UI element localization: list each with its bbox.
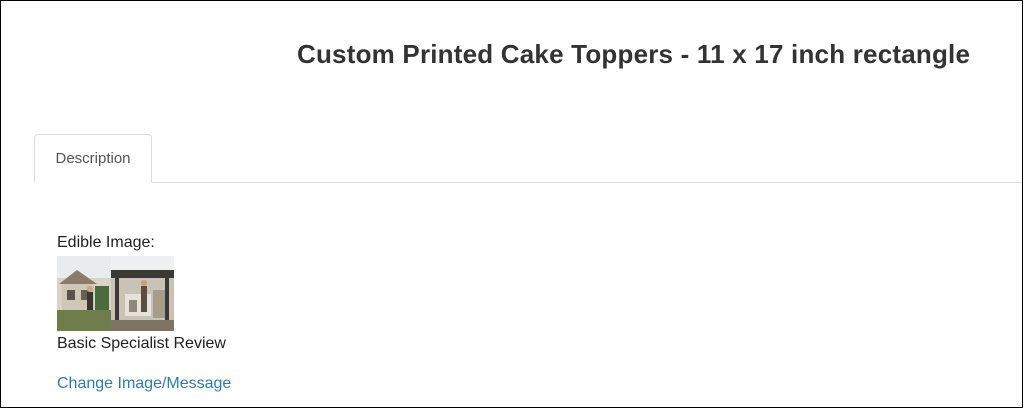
page-frame: Custom Printed Cake Toppers - 11 x 17 in… [0,0,1023,408]
description-panel: Edible Image: Basic Specialist Review Ch… [57,233,231,394]
product-title: Custom Printed Cake Toppers - 11 x 17 in… [297,39,971,69]
review-level-text: Basic Specialist Review [57,335,226,352]
tab-bar-divider [34,182,1022,183]
edible-image-label: Edible Image: [57,234,155,251]
edible-image-thumbnail [57,256,174,331]
change-image-message-link[interactable]: Change Image/Message [57,374,231,394]
tab-description[interactable]: Description [34,134,152,183]
